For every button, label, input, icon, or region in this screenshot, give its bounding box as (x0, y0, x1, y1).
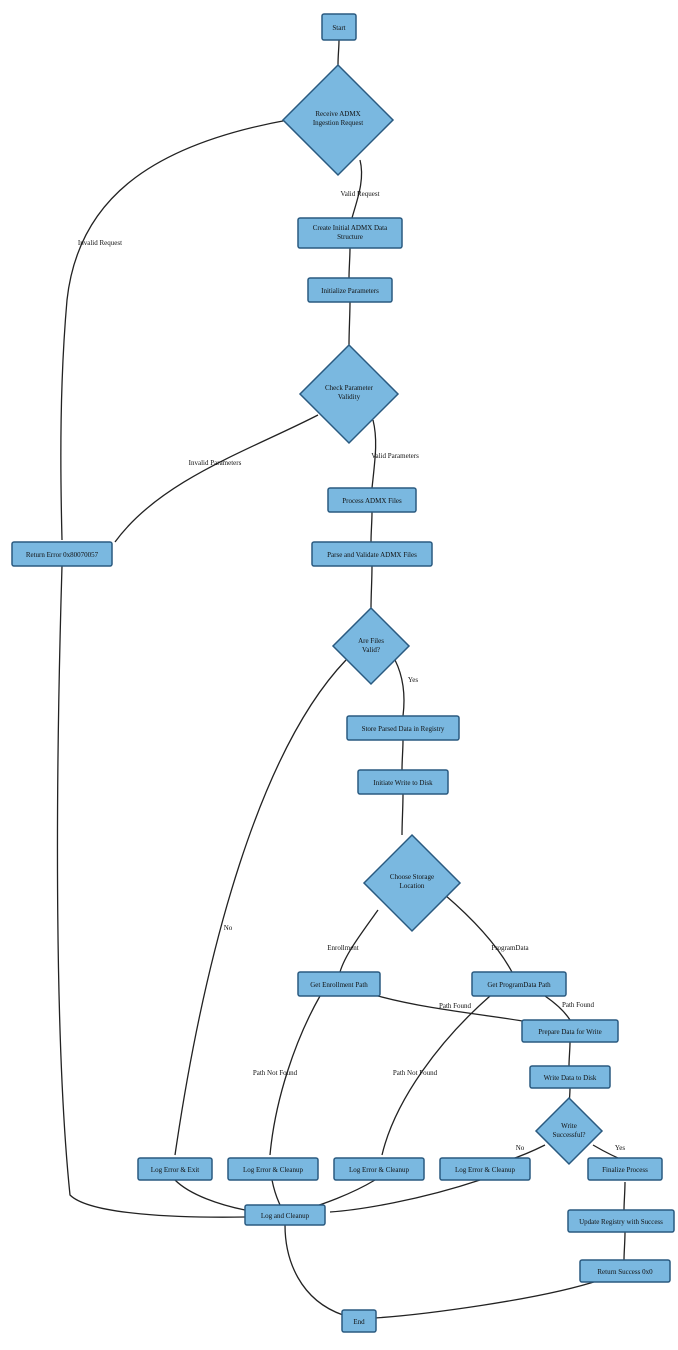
node-choose: Choose StorageLocation (364, 835, 460, 931)
node-return-ok: Return Success 0x0 (580, 1260, 670, 1282)
edge-label-invalid-params: Invalid Parameters (189, 459, 242, 467)
node-update-reg: Update Registry with Success (568, 1210, 674, 1232)
edge-logclean2-logcleanup (310, 1180, 375, 1208)
node-write-ok: WriteSuccessful? (536, 1098, 602, 1164)
node-process: Process ADMX Files (328, 488, 416, 512)
node-files-valid: Are FilesValid? (333, 608, 409, 684)
edge-label-files-yes: Yes (408, 676, 418, 684)
edge-label-programdata: ProgramData (491, 944, 529, 952)
edge-label-write-yes: Yes (615, 1144, 625, 1152)
node-log-cleanup: Log and Cleanup (245, 1205, 325, 1225)
edge-label-prog-notfound: Path Not Found (393, 1069, 438, 1077)
edge-reterr-logcleanup (57, 566, 245, 1217)
node-initiate: Initiate Write to Disk (358, 770, 448, 794)
edge-checkparams-reterr (115, 415, 318, 542)
node-init-params: Initialize Parameters (308, 278, 392, 302)
svg-text:Log Error & Cleanup: Log Error & Cleanup (243, 1166, 304, 1174)
svg-text:Finalize Process: Finalize Process (602, 1166, 648, 1174)
svg-text:Parse and Validate ADMX Files: Parse and Validate ADMX Files (327, 551, 417, 559)
svg-text:Start: Start (332, 24, 345, 32)
edge-logexit-logcleanup (175, 1180, 245, 1210)
node-start: Start (322, 14, 356, 40)
node-check-params: Check ParameterValidity (300, 345, 398, 443)
edge-label-prog-found: Path Found (562, 1001, 595, 1009)
edge-updatereg-retok (624, 1232, 625, 1260)
edge-prepare-writedisk (569, 1042, 570, 1066)
svg-text:Log and Cleanup: Log and Cleanup (261, 1212, 310, 1220)
node-parse: Parse and Validate ADMX Files (312, 542, 432, 566)
svg-text:Receive ADMXIngestion Request: Receive ADMXIngestion Request (313, 110, 363, 127)
edge-label-valid-request: Valid Request (340, 190, 379, 198)
node-log-clean-1: Log Error & Cleanup (228, 1158, 318, 1180)
svg-text:Get Enrollment Path: Get Enrollment Path (310, 981, 368, 989)
svg-text:Log Error & Cleanup: Log Error & Cleanup (349, 1166, 410, 1174)
edge-initiate-choose (402, 794, 403, 835)
svg-text:Update Registry with Success: Update Registry with Success (579, 1218, 663, 1226)
svg-text:Log Error & Exit: Log Error & Exit (151, 1166, 199, 1174)
node-return-error: Return Error 0x80070057 (12, 542, 112, 566)
edge-filesvalid-logexit (175, 660, 346, 1155)
edge-label-valid-params: Valid Parameters (371, 452, 419, 460)
edge-retok-end (375, 1280, 600, 1318)
edge-createinit-initparams (349, 248, 350, 278)
svg-text:Process ADMX Files: Process ADMX Files (342, 497, 402, 505)
svg-text:Return Success 0x0: Return Success 0x0 (597, 1268, 653, 1276)
edge-store-initiate (402, 740, 403, 770)
node-get-prog: Get ProgramData Path (472, 972, 566, 996)
node-get-enroll: Get Enrollment Path (298, 972, 380, 996)
node-store: Store Parsed Data in Registry (347, 716, 459, 740)
edge-logclean3-logcleanup (330, 1180, 480, 1212)
svg-text:Initiate Write to Disk: Initiate Write to Disk (373, 779, 433, 787)
edge-parse-filesvalid (371, 566, 372, 608)
svg-text:End: End (353, 1318, 365, 1326)
edge-logclean1-logcleanup (272, 1180, 280, 1205)
edge-filesvalid-store (395, 660, 404, 716)
node-log-exit: Log Error & Exit (138, 1158, 212, 1180)
node-log-clean-2: Log Error & Cleanup (334, 1158, 424, 1180)
svg-text:Log Error & Cleanup: Log Error & Cleanup (455, 1166, 516, 1174)
edge-finalize-updatereg (624, 1182, 625, 1210)
svg-text:Store Parsed Data in Registry: Store Parsed Data in Registry (362, 725, 445, 733)
edge-initparams-checkparams (349, 302, 350, 345)
node-prepare: Prepare Data for Write (522, 1020, 618, 1042)
edge-label-enrollment: Enrollment (327, 944, 359, 952)
edge-label-files-no: No (224, 924, 233, 932)
edge-label-invalid-request: Invalid Request (78, 239, 122, 247)
node-log-clean-3: Log Error & Cleanup (440, 1158, 530, 1180)
node-write-disk: Write Data to Disk (530, 1066, 610, 1088)
svg-text:Write Data to Disk: Write Data to Disk (544, 1074, 597, 1082)
node-receive: Receive ADMXIngestion Request (283, 65, 393, 175)
svg-text:Get ProgramData Path: Get ProgramData Path (487, 981, 551, 989)
svg-text:Initialize Parameters: Initialize Parameters (321, 287, 379, 295)
edge-label-write-no: No (516, 1144, 525, 1152)
edge-label-enroll-found: Path Found (439, 1002, 472, 1010)
edge-label-enroll-notfound: Path Not Found (253, 1069, 298, 1077)
svg-text:Return Error 0x80070057: Return Error 0x80070057 (26, 551, 99, 559)
flowchart-canvas: Valid Request Invalid Request Valid Para… (0, 0, 678, 1350)
edge-choose-getprog (445, 895, 512, 972)
edge-process-parse (371, 512, 372, 542)
edge-choose-getenroll (340, 910, 378, 972)
node-finalize: Finalize Process (588, 1158, 662, 1180)
node-end: End (342, 1310, 376, 1332)
edge-receive-reterr (61, 120, 288, 540)
edge-logcleanup-end (285, 1225, 343, 1315)
svg-text:Prepare Data for Write: Prepare Data for Write (538, 1028, 602, 1036)
edge-start-receive (338, 40, 339, 65)
edge-receive-createinit (352, 160, 362, 218)
node-create-initial: Create Initial ADMX DataStructure (298, 218, 402, 248)
